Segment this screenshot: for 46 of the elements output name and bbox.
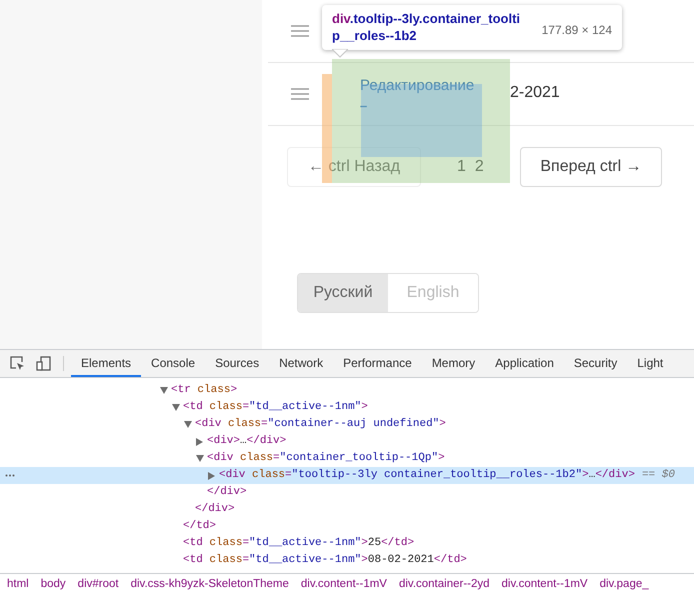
breadcrumb[interactable]: html (7, 576, 29, 594)
devtools-tab[interactable]: Security (564, 350, 628, 377)
triangle-down-icon (160, 387, 168, 394)
breadcrumb[interactable]: div.css-kh9yzk-SkeletonTheme (130, 576, 289, 594)
code-line[interactable]: <div class="container_tooltip--1Qp"> (207, 450, 445, 467)
devtools-tab[interactable]: Light (627, 350, 674, 377)
cell-note: – (360, 99, 368, 113)
console-ref-label: == $0 (642, 468, 675, 484)
device-toolbar-icon (36, 356, 51, 371)
devtools-tab[interactable]: Sources (205, 350, 270, 377)
menu-icon (291, 25, 309, 37)
breadcrumb[interactable]: div.content--1mV (300, 576, 387, 594)
code-line[interactable]: <td class="td__active--1nm">25</td> (183, 535, 414, 552)
code-line[interactable]: <tr class> (171, 382, 238, 399)
code-line[interactable]: <div class="tooltip--3ly container_tooltip__roles--1b2">…</div> (219, 467, 635, 484)
nav-button[interactable]: Вперед ctrl → (520, 147, 662, 187)
more-icon (5, 474, 15, 477)
devtools-tab[interactable]: Memory (422, 350, 486, 377)
devtools-tab[interactable]: Network (269, 350, 334, 377)
devtools-tab[interactable]: Performance (333, 350, 422, 377)
menu-icon (291, 88, 309, 100)
code-line[interactable]: <div class="container--auj undefined"> (195, 416, 446, 433)
breadcrumb[interactable]: div.container--2yd (398, 576, 490, 594)
code-line[interactable]: </td> (183, 518, 216, 535)
code-line[interactable]: <div>…</div> (207, 433, 286, 450)
triangle-down-icon (172, 404, 180, 411)
devtools-tab[interactable]: Elements (71, 350, 142, 377)
breadcrumb[interactable]: div.content--1mV (502, 576, 588, 594)
language-tab[interactable]: Русский (298, 274, 388, 312)
devtools-tab[interactable]: Console (141, 350, 206, 377)
size-label: 177.89 × 124 (542, 22, 612, 39)
selector-label: div.tooltip--3ly.container_tooltip__roles--1b2 (332, 10, 522, 44)
triangle-right-icon (208, 472, 215, 480)
breadcrumb[interactable]: div.page_ (600, 576, 649, 594)
triangle-down-icon (196, 455, 204, 462)
code-line[interactable]: <td class="td__active--1nm">08-02-2021</td> (183, 552, 467, 569)
breadcrumb[interactable]: div#root (78, 576, 119, 594)
triangle-down-icon (184, 421, 192, 428)
code-line[interactable]: <td class="td__active--1nm"> (183, 399, 368, 416)
date-cell: 2-2021 (510, 84, 560, 102)
breadcrumb[interactable]: body (40, 576, 66, 594)
code-line[interactable]: </div> (195, 501, 235, 518)
inspect-icon (10, 356, 25, 371)
code-line[interactable]: </div> (207, 484, 247, 501)
triangle-right-icon (196, 438, 203, 446)
devtools-tab[interactable]: Application (485, 350, 564, 377)
